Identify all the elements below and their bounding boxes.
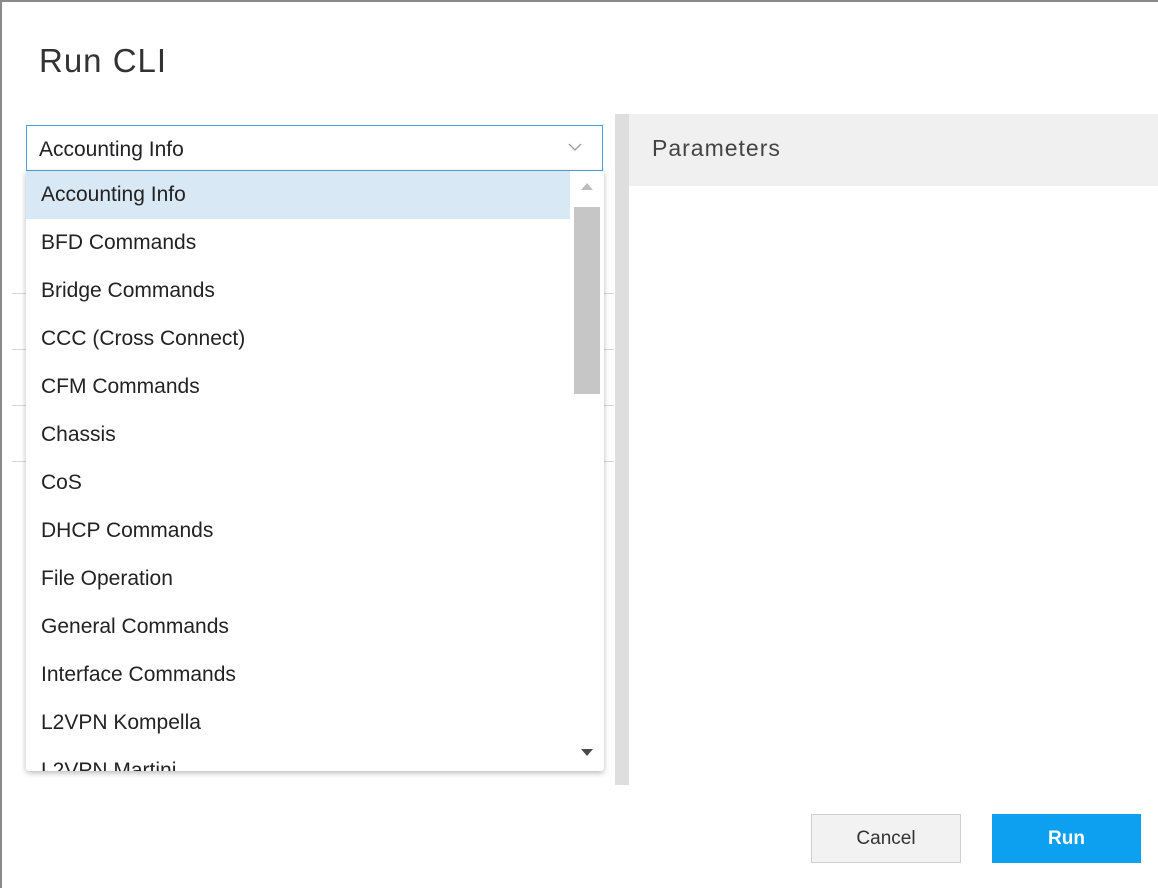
dropdown-option[interactable]: DHCP Commands [26,507,570,555]
run-button[interactable]: Run [992,814,1141,863]
dropdown-option[interactable]: CoS [26,459,570,507]
dropdown-option[interactable]: File Operation [26,555,570,603]
dropdown-option[interactable]: BFD Commands [26,219,570,267]
scroll-up-arrow-icon[interactable] [581,183,593,190]
scroll-down-arrow-icon[interactable] [581,749,593,756]
command-dropdown-list[interactable]: Accounting Info BFD Commands Bridge Comm… [26,171,604,771]
dropdown-option[interactable]: Interface Commands [26,651,570,699]
parameters-header: Parameters [629,114,1158,186]
dialog-title: Run CLI [39,42,168,79]
dropdown-option[interactable]: General Commands [26,603,570,651]
panel-divider [615,114,629,785]
dropdown-option[interactable]: Bridge Commands [26,267,570,315]
dropdown-option[interactable]: Accounting Info [26,171,570,219]
command-category-select[interactable]: Accounting Info [26,125,603,171]
dropdown-option[interactable]: CFM Commands [26,363,570,411]
dropdown-option[interactable]: CCC (Cross Connect) [26,315,570,363]
dropdown-option[interactable]: L2VPN Martini [26,747,570,771]
chevron-down-icon [568,143,582,151]
dropdown-options: Accounting Info BFD Commands Bridge Comm… [26,171,570,771]
dropdown-option[interactable]: Chassis [26,411,570,459]
parameters-title: Parameters [652,135,781,161]
run-cli-dialog: Run CLI Accounting Info Accounting Info … [0,0,1158,888]
dropdown-option[interactable]: L2VPN Kompella [26,699,570,747]
dropdown-scrollbar[interactable] [570,171,604,771]
cancel-button[interactable]: Cancel [811,814,961,863]
scrollbar-thumb[interactable] [574,207,600,394]
select-value: Accounting Info [39,138,184,161]
